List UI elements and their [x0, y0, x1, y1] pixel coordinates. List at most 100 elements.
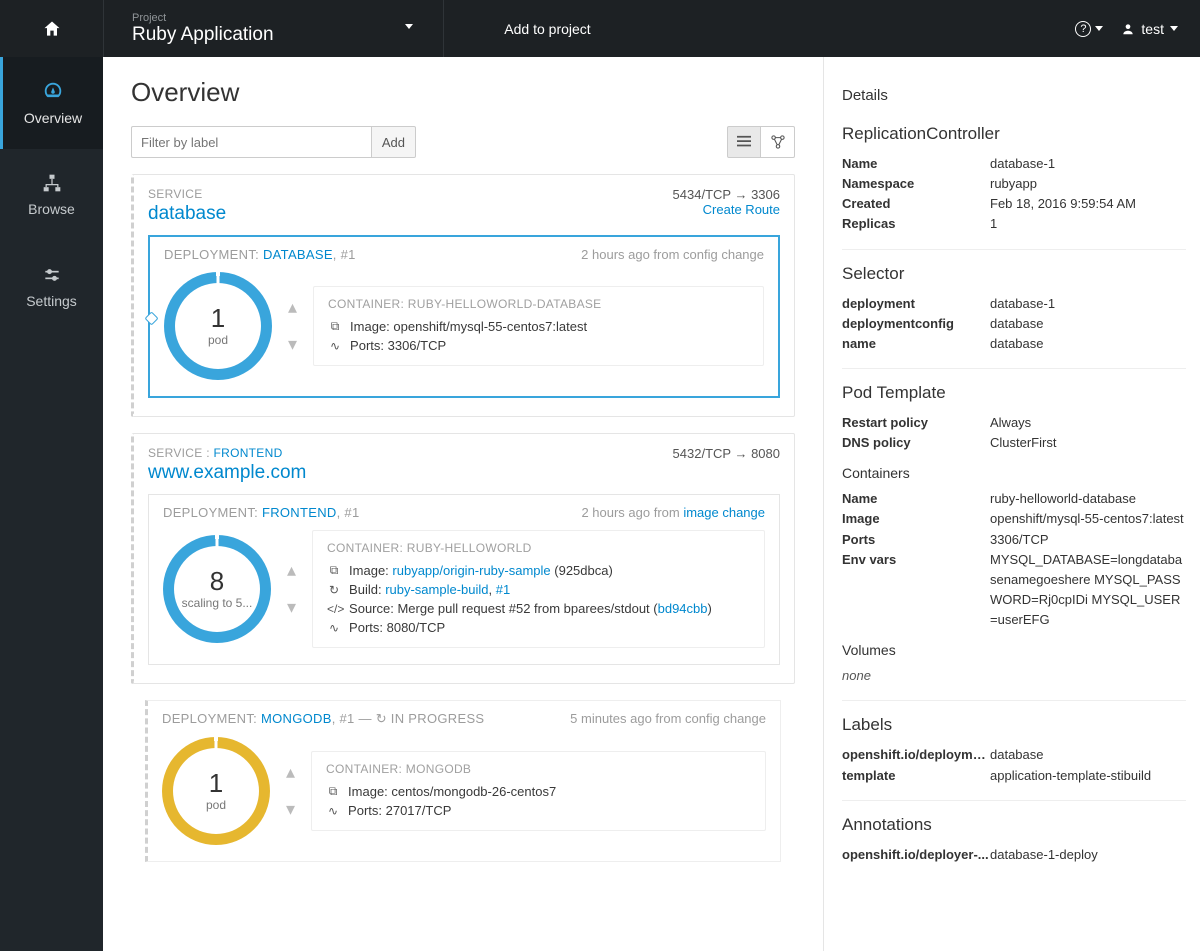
topology-icon [771, 135, 785, 149]
details-panel: Details ReplicationController Namedataba… [823, 57, 1200, 951]
pod-donut[interactable]: 1 pod [162, 737, 270, 845]
help-menu[interactable]: ? [1075, 21, 1103, 37]
activity-icon: ∿ [326, 804, 340, 818]
chevron-down-icon [405, 24, 413, 29]
pod-template-heading: Pod Template [842, 383, 1186, 403]
activity-icon: ∿ [328, 339, 342, 353]
rc-heading: ReplicationController [842, 124, 1186, 144]
service-label: SERVICE [148, 187, 226, 201]
ports-row: Ports: 8080/TCP [349, 620, 445, 635]
image-icon: ⧉ [327, 563, 341, 578]
top-navbar: Project Ruby Application Add to project … [0, 0, 1200, 57]
sliders-icon [42, 265, 62, 285]
service-frontend-link[interactable]: FRONTEND [213, 446, 282, 460]
project-label: Project [132, 12, 425, 24]
image-icon: ⧉ [326, 784, 340, 799]
deployment-status: , #1 — ↻ IN PROGRESS [332, 711, 485, 726]
project-name: Ruby Application [132, 24, 425, 46]
list-icon [737, 135, 751, 149]
filter-input[interactable] [131, 126, 371, 158]
user-menu[interactable]: test [1121, 21, 1178, 37]
pod-label: pod [208, 333, 228, 347]
details-title: Details [842, 87, 1186, 104]
image-icon: ⧉ [328, 319, 342, 334]
deployment-tile-mongodb: DEPLOYMENT: MONGODB, #1 — ↻ IN PROGRESS … [131, 700, 795, 880]
sidebar-item-overview[interactable]: Overview [0, 57, 103, 149]
activity-icon: ∿ [327, 621, 341, 635]
scale-up-button[interactable]: ▴ [286, 762, 295, 783]
topology-view-button[interactable] [761, 126, 795, 158]
container-info: CONTAINER: RUBY-HELLOWORLD-DATABASE ⧉ Ima… [313, 286, 764, 366]
deployment-name-link[interactable]: FRONTEND [262, 505, 337, 520]
ports-row: Ports: 3306/TCP [350, 338, 446, 353]
selection-handle-icon [144, 311, 158, 325]
scale-down-button[interactable]: ▾ [288, 334, 297, 355]
build-link[interactable]: ruby-sample-build [385, 582, 488, 597]
container-label: CONTAINER: MONGODB [326, 762, 751, 776]
build-number-link[interactable]: #1 [496, 582, 510, 597]
containers-subheading: Containers [842, 465, 1186, 481]
deployment-label: DEPLOYMENT: [162, 711, 261, 726]
deployment-box-mongodb[interactable]: DEPLOYMENT: MONGODB, #1 — ↻ IN PROGRESS … [145, 700, 781, 862]
sidebar-item-settings[interactable]: Settings [0, 241, 103, 333]
add-to-project-button[interactable]: Add to project [443, 0, 651, 57]
deployment-time: 5 minutes ago from config change [570, 711, 766, 727]
deployment-box-database[interactable]: DEPLOYMENT: DATABASE, #1 2 hours ago fro… [148, 235, 780, 398]
pod-label: pod [206, 798, 226, 812]
ports-row: Ports: 27017/TCP [348, 803, 451, 818]
pod-donut[interactable]: 8 scaling to 5... [163, 535, 271, 643]
sidebar-item-label: Settings [26, 293, 77, 309]
filter-bar: Add [131, 126, 795, 158]
scale-down-button[interactable]: ▾ [286, 799, 295, 820]
deployment-name-link[interactable]: DATABASE [263, 247, 333, 262]
pod-count: 1 [209, 770, 223, 796]
route-url-link[interactable]: www.example.com [148, 462, 306, 483]
list-view-button[interactable] [727, 126, 761, 158]
selector-heading: Selector [842, 264, 1186, 284]
scale-up-button[interactable]: ▴ [288, 297, 297, 318]
container-info: CONTAINER: MONGODB ⧉ Image: centos/mongod… [311, 751, 766, 831]
commit-link[interactable]: bd94cbb [658, 601, 708, 616]
deployment-label: DEPLOYMENT: [163, 505, 262, 520]
container-label: CONTAINER: RUBY-HELLOWORLD-DATABASE [328, 297, 749, 311]
help-icon: ? [1075, 21, 1091, 37]
image-link[interactable]: rubyapp/origin-ruby-sample [392, 563, 550, 578]
pod-label: scaling to 5... [182, 596, 253, 610]
filter-add-button[interactable]: Add [371, 126, 416, 158]
view-toggle [727, 126, 795, 158]
port-mapping: 5432/TCP → 8080 [673, 446, 780, 461]
sidebar-item-browse[interactable]: Browse [0, 149, 103, 241]
deployment-time: 2 hours ago from config change [581, 247, 764, 262]
service-name-link[interactable]: database [148, 203, 226, 224]
pod-count: 1 [211, 305, 225, 331]
create-route-link[interactable]: Create Route [703, 202, 780, 217]
deployment-label: DEPLOYMENT: [164, 247, 263, 262]
code-icon: </> [327, 602, 341, 616]
port-mapping: 5434/TCP → 3306 [673, 187, 780, 202]
deployment-box-frontend[interactable]: DEPLOYMENT: FRONTEND, #1 2 hours ago fro… [148, 494, 780, 665]
pod-donut[interactable]: 1 pod [164, 272, 272, 380]
annotations-heading: Annotations [842, 815, 1186, 835]
scale-up-button[interactable]: ▴ [287, 560, 296, 581]
image-row: Image: centos/mongodb-26-centos7 [348, 784, 556, 799]
container-info: CONTAINER: RUBY-HELLOWORLD ⧉Image: rubya… [312, 530, 765, 648]
sidebar: Overview Browse Settings [0, 57, 103, 951]
deployment-number: , #1 [337, 505, 360, 520]
service-tile-database: SERVICE database 5434/TCP → 3306 Create … [131, 174, 795, 417]
deployment-name-link[interactable]: MONGODB [261, 711, 332, 726]
user-name: test [1141, 21, 1164, 37]
service-tile-frontend: SERVICE : FRONTEND www.example.com 5432/… [131, 433, 795, 684]
chevron-down-icon [1095, 26, 1103, 31]
image-change-link[interactable]: image change [683, 505, 765, 520]
user-icon [1121, 22, 1135, 36]
chevron-down-icon [1170, 26, 1178, 31]
deployment-time-pre: 2 hours ago from [581, 505, 683, 520]
service-label: SERVICE : [148, 446, 213, 460]
scale-down-button[interactable]: ▾ [287, 597, 296, 618]
container-label: CONTAINER: RUBY-HELLOWORLD [327, 541, 750, 555]
home-button[interactable] [0, 19, 103, 39]
dashboard-icon [42, 80, 64, 102]
image-row: Image: openshift/mysql-55-centos7:latest [350, 319, 587, 334]
page-title: Overview [131, 77, 809, 108]
project-selector[interactable]: Project Ruby Application [103, 0, 443, 57]
